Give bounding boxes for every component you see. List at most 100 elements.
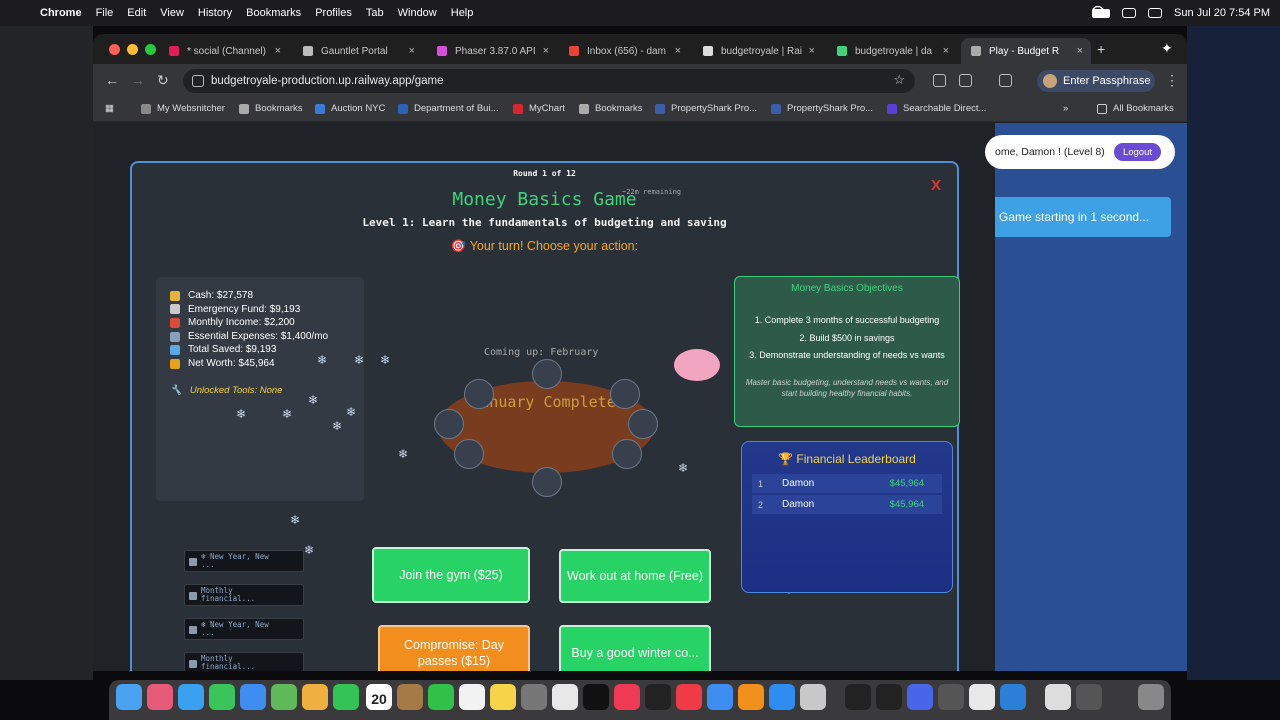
round-indicator: Round 1 of 12 [513,169,576,178]
chrome-menu-icon[interactable]: ⋮ [1165,72,1179,89]
tab-close-icon[interactable]: × [943,45,949,57]
preview-icon[interactable] [800,684,826,710]
maps-icon[interactable] [271,684,297,710]
compromise-day-passes-button[interactable]: Compromise: Day passes ($15) [378,625,530,671]
tab-slack-social[interactable]: * social (Channel) × [159,38,289,64]
freeform-icon[interactable] [552,684,578,710]
bookmark-department-of-buildings[interactable]: Department of Bui... [398,103,498,114]
bookmark-folder-bookmarks[interactable]: Bookmarks [239,103,303,114]
apple-tv-icon[interactable] [583,684,609,710]
safari-icon[interactable] [178,684,204,710]
bookmark-mychart[interactable]: MyChart [513,103,565,114]
facetime-icon[interactable] [333,684,359,710]
url-text[interactable]: budgetroyale-production.up.railway.app/g… [211,75,444,87]
menubar-clock[interactable]: Sun Jul 20 7:54 PM [1174,7,1270,19]
tab-close-icon[interactable]: × [675,45,681,57]
forward-arrow-icon[interactable]: → [131,72,145,88]
menu-bookmarks[interactable]: Bookmarks [246,7,301,19]
bookmark-folder-bookmarks-2[interactable]: Bookmarks [579,103,643,114]
work-out-at-home-button[interactable]: Work out at home (Free) [559,549,711,603]
spotlight-icon[interactable] [1091,6,1104,18]
stocks-icon[interactable] [645,684,671,710]
all-bookmarks-button[interactable]: All Bookmarks [1097,103,1174,114]
control-center-icon[interactable] [1147,8,1162,18]
join-gym-button[interactable]: Join the gym ($25) [372,547,530,603]
trash-icon[interactable] [1138,684,1164,710]
reload-icon[interactable]: ↻ [157,72,169,89]
chrome-icon[interactable] [969,684,995,710]
tab-close-icon[interactable]: × [1077,45,1083,57]
tab-railway-budgetroyale[interactable]: budgetroyale | Rai × [693,38,823,64]
event-card[interactable]: Monthly financial... [184,652,304,671]
bookmarks-overflow-icon[interactable]: » [1063,103,1068,114]
photos-icon[interactable] [302,684,328,710]
reminders-icon[interactable] [459,684,485,710]
close-window-icon[interactable] [109,44,120,55]
tab-search-icon[interactable]: ✦ [1161,40,1173,57]
bookmark-star-icon[interactable]: ☆ [893,72,905,88]
launchpad-icon[interactable] [147,684,173,710]
profile-button[interactable]: Enter Passphrase [1037,70,1155,92]
menu-edit[interactable]: Edit [127,7,146,19]
tab-phaser-api[interactable]: Phaser 3.87.0 API × [427,38,557,64]
document-icon[interactable] [1045,684,1071,710]
menu-app-name[interactable]: Chrome [40,7,82,19]
menu-tab[interactable]: Tab [366,7,384,19]
bookmark-propertyshark-1[interactable]: PropertyShark Pro... [655,103,757,114]
minimize-window-icon[interactable] [127,44,138,55]
event-card[interactable]: ❄ New Year, New... [184,618,304,640]
news-icon[interactable] [676,684,702,710]
system-settings-icon[interactable] [521,684,547,710]
bookmark-searchable-directory[interactable]: Searchable Direct... [887,103,986,114]
messages-icon[interactable] [209,684,235,710]
bookmark-propertyshark-2[interactable]: PropertyShark Pro... [771,103,873,114]
event-card[interactable]: ❄ New Year, New... [184,550,304,572]
tab-gauntlet-portal[interactable]: Gauntlet Portal × [293,38,423,64]
back-arrow-icon[interactable]: ← [105,72,119,88]
zoom-window-icon[interactable] [145,44,156,55]
tab-close-icon[interactable]: × [543,45,549,57]
site-info-icon[interactable] [192,75,204,87]
menu-view[interactable]: View [160,7,184,19]
menu-window[interactable]: Window [398,7,437,19]
event-card[interactable]: Monthly financial... [184,584,304,606]
tab-play-budget-royale[interactable]: Play - Budget R × [961,38,1091,64]
menu-profiles[interactable]: Profiles [315,7,352,19]
app-store-icon[interactable] [769,684,795,710]
arc-icon[interactable] [907,684,933,710]
logout-button[interactable]: Logout [1113,143,1161,161]
extension-icon[interactable] [933,74,946,87]
tab-gmail-inbox[interactable]: Inbox (656) - dam × [559,38,689,64]
extensions-puzzle-icon[interactable] [959,74,972,87]
notes-icon[interactable] [490,684,516,710]
menu-history[interactable]: History [198,7,232,19]
music-icon[interactable] [614,684,640,710]
buy-winter-coat-button[interactable]: Buy a good winter co... [559,625,711,671]
wifi-icon[interactable] [1121,8,1136,18]
tab-close-icon[interactable]: × [275,45,281,57]
pages-icon[interactable] [738,684,764,710]
menu-file[interactable]: File [96,7,114,19]
side-panel-icon[interactable] [999,74,1012,87]
apps-grid-icon[interactable]: ▦ [105,103,114,114]
numbers-icon[interactable] [428,684,454,710]
bookmark-auction-nyc[interactable]: Auction NYC [315,103,385,114]
tab-close-icon[interactable]: × [809,45,815,57]
keynote-icon[interactable] [707,684,733,710]
calendar-icon[interactable]: 20 [366,684,392,710]
tab-budgetroyale-dashboard[interactable]: budgetroyale | da × [827,38,957,64]
bookmark-my-websnitcher[interactable]: My Websnitcher [141,103,225,114]
mail-icon[interactable] [240,684,266,710]
address-bar[interactable]: budgetroyale-production.up.railway.app/g… [183,69,915,93]
menu-help[interactable]: Help [451,7,474,19]
settings-gear-icon[interactable] [938,684,964,710]
terminal-icon[interactable] [876,684,902,710]
activity-monitor-icon[interactable] [845,684,871,710]
vscode-icon[interactable] [1000,684,1026,710]
new-tab-icon[interactable]: + [1097,41,1105,57]
contacts-icon[interactable] [397,684,423,710]
bookmark-label: MyChart [529,103,565,114]
tab-close-icon[interactable]: × [409,45,415,57]
finder-icon[interactable] [116,684,142,710]
help-icon[interactable] [1076,684,1102,710]
